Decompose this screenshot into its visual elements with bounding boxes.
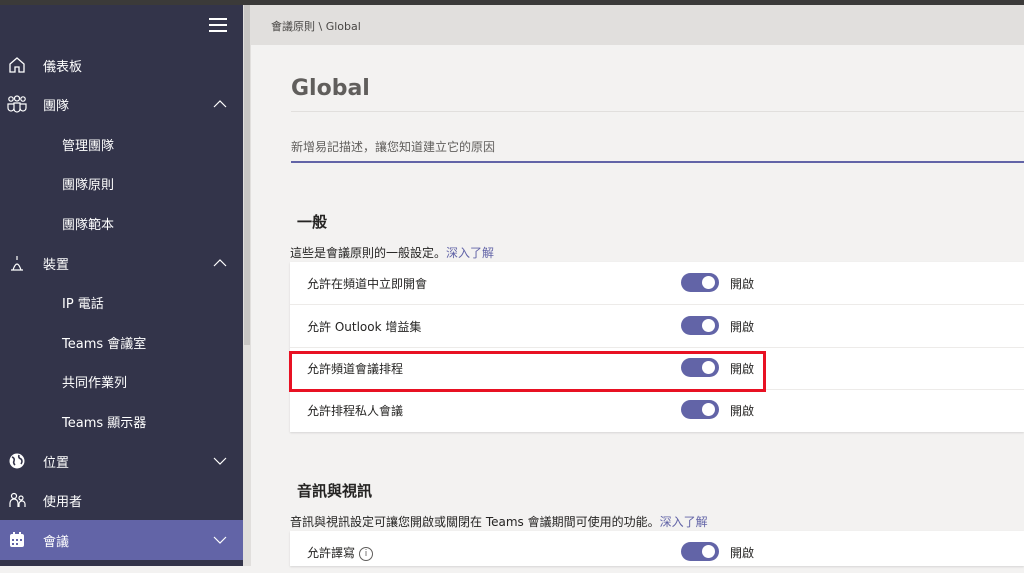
- sidebar-item-label: 使用者: [43, 494, 83, 510]
- sidebar-item-teams-rooms[interactable]: Teams 會議室: [0, 322, 243, 362]
- toggle-state: 開啟: [730, 404, 755, 418]
- section-desc-audio-video: 音訊與視訊設定可讓您開啟或關閉在 Teams 會議期間可使用的功能。深入了解: [290, 513, 708, 530]
- section-desc-text: 音訊與視訊設定可讓您開啟或關閉在 Teams 會議期間可使用的功能。: [290, 515, 660, 529]
- sidebar-item-label: 團隊原則: [62, 177, 115, 193]
- sidebar-item-collaboration-bars[interactable]: 共同作業列: [0, 361, 243, 401]
- sidebar-item-manage-teams[interactable]: 管理團隊: [0, 124, 243, 164]
- sidebar-item-label: 位置: [43, 455, 70, 471]
- toggle-switch[interactable]: [681, 542, 719, 561]
- chevron-down-icon[interactable]: [212, 453, 228, 469]
- section-desc-general: 這些是會議原則的一般設定。深入了解: [290, 244, 494, 261]
- sidebar-item-teams-displays[interactable]: Teams 顯示器: [0, 401, 243, 441]
- toggle-switch[interactable]: [681, 316, 719, 335]
- toggle-state: 開啟: [730, 546, 755, 560]
- general-settings-card: 允許在頻道中立即開會 開啟 允許 Outlook 增益集 開啟 允許頻道會議排程…: [290, 262, 1024, 432]
- calendar-icon: [7, 530, 27, 550]
- sidebar-item-label: 共同作業列: [62, 375, 128, 391]
- sidebar-item-users[interactable]: 使用者: [0, 480, 243, 520]
- toggle-state: 開啟: [730, 277, 755, 291]
- audio-video-settings-card: 允許譯寫 i 開啟: [290, 531, 1024, 566]
- sidebar-item-locations[interactable]: 位置: [0, 441, 243, 481]
- setting-row: 允許譯寫 i 開啟: [290, 531, 1024, 573]
- chevron-down-icon[interactable]: [212, 532, 228, 548]
- sidebar: 儀表板 團隊 管理團隊 團隊原則 團隊範本 裝置 IP 電話 Teams 會議室…: [0, 5, 243, 566]
- sidebar-item-label: IP 電話: [62, 296, 104, 312]
- breadcrumb-bar: [251, 5, 1024, 45]
- page-title: Global: [291, 76, 370, 101]
- setting-row: 允許排程私人會議 開啟: [290, 389, 1024, 431]
- divider: [291, 111, 1024, 112]
- chevron-up-icon[interactable]: [212, 96, 228, 112]
- setting-row: 允許 Outlook 增益集 開啟: [290, 305, 1024, 348]
- hamburger-menu-icon[interactable]: [209, 18, 227, 34]
- sidebar-item-label: 管理團隊: [62, 138, 115, 154]
- setting-label-text: 允許譯寫: [307, 546, 356, 560]
- sidebar-item-label: 團隊範本: [62, 217, 115, 233]
- setting-row: 允許在頻道中立即開會 開啟: [290, 262, 1024, 305]
- users-icon: [7, 490, 27, 510]
- info-icon[interactable]: i: [359, 546, 374, 561]
- sidebar-item-dashboard[interactable]: 儀表板: [0, 45, 243, 85]
- sidebar-item-devices[interactable]: 裝置: [0, 243, 243, 283]
- setting-label: 允許譯寫 i: [307, 544, 374, 561]
- description-input[interactable]: [291, 133, 1024, 163]
- toggle-state: 開啟: [730, 320, 755, 334]
- section-title-general: 一般: [297, 213, 328, 231]
- toggle-switch[interactable]: [681, 273, 719, 292]
- section-title-audio-video: 音訊與視訊: [297, 482, 373, 500]
- chevron-up-icon[interactable]: [212, 255, 228, 271]
- highlight-box: [289, 351, 766, 392]
- globe-icon: [7, 451, 27, 471]
- sidebar-item-ip-phones[interactable]: IP 電話: [0, 282, 243, 322]
- sidebar-item-teams-policies[interactable]: 團隊原則: [0, 163, 243, 203]
- section-desc-text: 這些是會議原則的一般設定。: [290, 246, 447, 260]
- sidebar-scrollbar-thumb[interactable]: [244, 5, 250, 345]
- toggle-switch[interactable]: [681, 400, 719, 419]
- learn-more-link[interactable]: 深入了解: [446, 246, 494, 260]
- sidebar-item-label: Teams 會議室: [62, 336, 147, 352]
- setting-label: 允許在頻道中立即開會: [307, 277, 428, 291]
- breadcrumb[interactable]: 會議原則 \ Global: [271, 18, 361, 34]
- sidebar-item-label: 會議: [43, 534, 70, 550]
- sidebar-item-label: 儀表板: [43, 59, 83, 75]
- sidebar-item-label: Teams 顯示器: [62, 415, 147, 431]
- setting-label: 允許排程私人會議: [307, 404, 404, 418]
- teams-icon: [7, 94, 27, 114]
- devices-icon: [7, 253, 27, 273]
- sidebar-item-meetings[interactable]: 會議: [0, 520, 243, 560]
- home-icon: [7, 55, 27, 75]
- sidebar-item-teams[interactable]: 團隊: [0, 84, 243, 124]
- sidebar-item-teams-templates[interactable]: 團隊範本: [0, 203, 243, 243]
- sidebar-item-label: 裝置: [43, 257, 70, 273]
- learn-more-link[interactable]: 深入了解: [660, 515, 708, 529]
- setting-label: 允許 Outlook 增益集: [307, 320, 422, 334]
- sidebar-item-label: 團隊: [43, 98, 70, 114]
